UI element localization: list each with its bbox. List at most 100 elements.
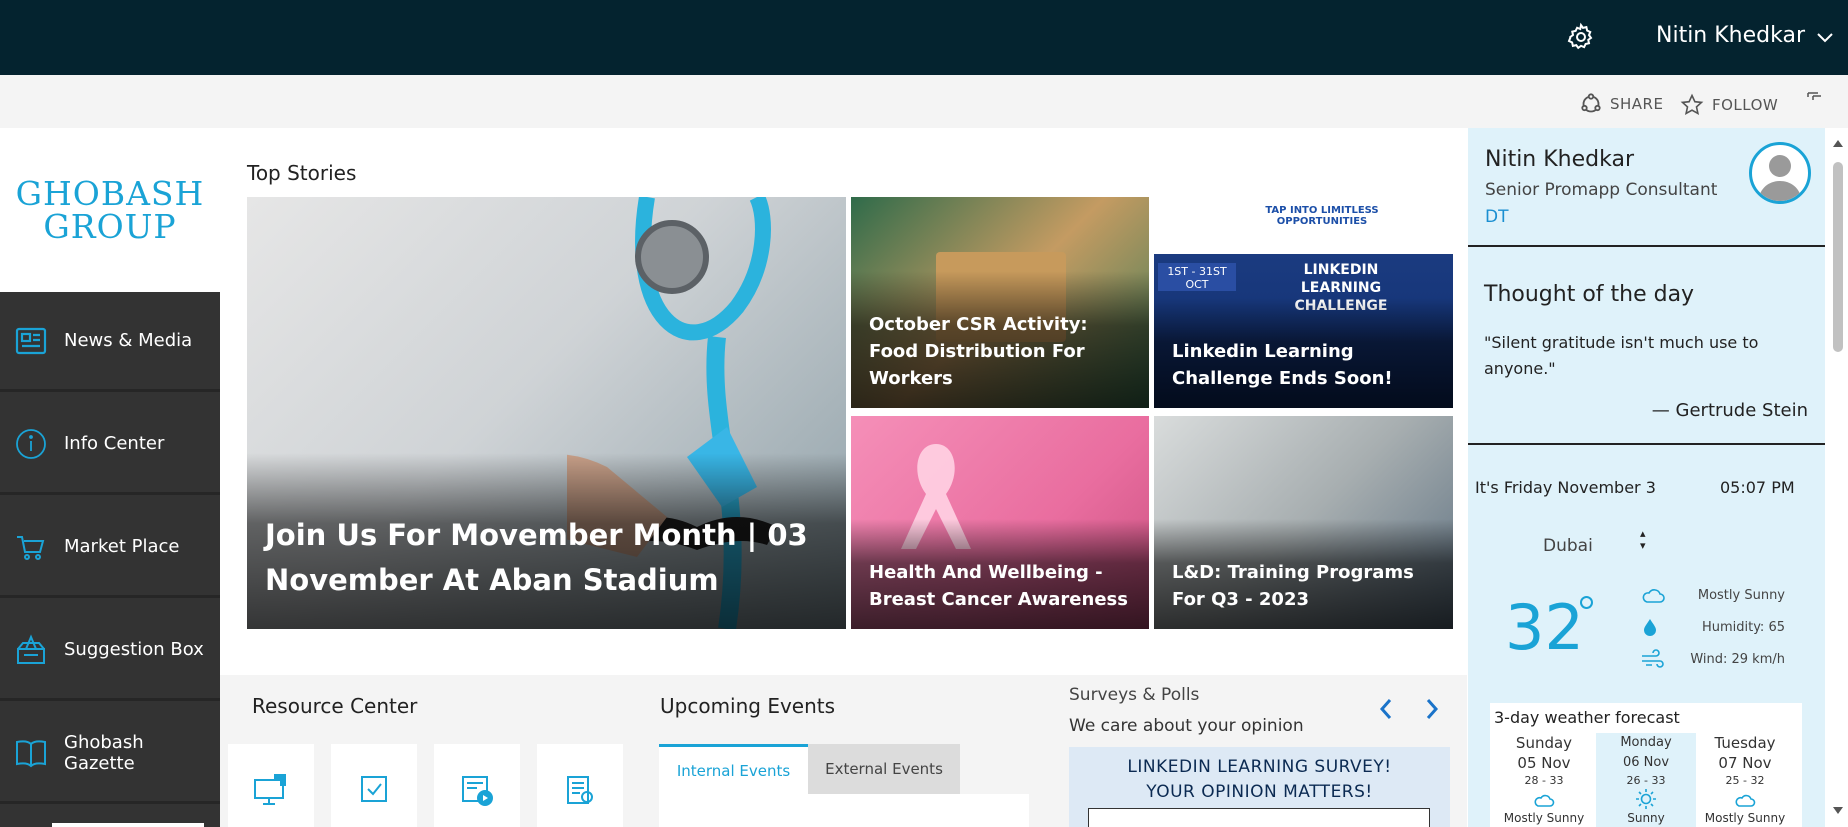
droplet-icon — [1644, 619, 1656, 636]
resource-card[interactable] — [228, 744, 314, 827]
share-button[interactable]: SHARE — [1580, 93, 1663, 115]
tab-external-events[interactable]: External Events — [808, 744, 960, 794]
nav-item-news-media[interactable]: News & Media — [0, 292, 220, 392]
weather-time: 05:07 PM — [1720, 478, 1795, 497]
logo-line-1: GHOBASH — [15, 174, 205, 213]
tab-internal-events[interactable]: Internal Events — [659, 744, 808, 794]
forecast-day-name: Tuesday — [1714, 734, 1776, 752]
page-scrollbar[interactable] — [1828, 128, 1848, 827]
story-caption: Linkedin Learning Challenge Ends Soon! — [1154, 298, 1453, 408]
forecast-day: Monday 06 Nov 26 - 33 Sunny — [1596, 733, 1696, 827]
avatar[interactable] — [1749, 142, 1811, 204]
nav-scroll-indicator[interactable] — [52, 823, 204, 827]
left-navigation: News & Media Info Center Market Place Su… — [0, 292, 220, 827]
weather-condition-row: Mostly Sunny — [1640, 585, 1785, 605]
surveys-title: Surveys & Polls — [1069, 685, 1200, 705]
forecast-title: 3-day weather forecast — [1494, 708, 1680, 727]
sun-icon — [1636, 789, 1656, 809]
focus-mode-icon — [1807, 92, 1821, 100]
wind-icon — [1642, 649, 1664, 668]
weather-date: It's Friday November 3 — [1475, 478, 1656, 497]
cloud-sun-icon — [1642, 589, 1665, 603]
nav-label: Ghobash Gazette — [64, 731, 144, 774]
resource-card[interactable] — [537, 744, 623, 827]
story-caption: October CSR Activity: Food Distribution … — [851, 271, 1149, 408]
suite-bar: Nitin Khedkar — [0, 0, 1848, 75]
command-bar: SHARE FOLLOW — [0, 75, 1848, 128]
forecast-condition: Mostly Sunny — [1704, 811, 1786, 825]
upcoming-events-title: Upcoming Events — [660, 694, 836, 718]
weather-condition: Mostly Sunny — [1697, 587, 1785, 603]
story-tile-csr[interactable]: October CSR Activity: Food Distribution … — [851, 197, 1149, 408]
document-icon — [567, 776, 593, 804]
survey-line-1: LINKEDIN LEARNING SURVEY! — [1127, 757, 1392, 777]
nav-item-market-place[interactable]: Market Place — [0, 498, 220, 598]
book-icon — [16, 739, 46, 767]
thought-title: Thought of the day — [1484, 282, 1695, 307]
story-caption: Health And Wellbeing - Breast Cancer Awa… — [851, 519, 1149, 629]
logo-line-2: GROUP — [43, 207, 177, 246]
divider — [1468, 245, 1825, 247]
story-tile-training[interactable]: L&D: Training Programs For Q3 - 2023 — [1154, 416, 1453, 629]
story-tile-breast-cancer[interactable]: Health And Wellbeing - Breast Cancer Awa… — [851, 416, 1149, 629]
follow-button[interactable]: FOLLOW — [1680, 93, 1778, 117]
scroll-up-icon[interactable] — [1833, 140, 1843, 147]
thought-quote: "Silent gratitude isn't much use to anyo… — [1484, 333, 1759, 378]
forecast-range: 28 - 33 — [1524, 774, 1564, 787]
follow-label: FOLLOW — [1712, 96, 1779, 114]
story-main-tile[interactable]: Join Us For Movember Month | 03 November… — [247, 197, 846, 629]
city-selector[interactable]: ▴ ▾ — [1640, 528, 1646, 552]
surveys-subtitle: We care about your opinion — [1069, 716, 1304, 736]
nav-label: Info Center — [64, 433, 165, 454]
focus-mode-button[interactable] — [1806, 91, 1830, 107]
top-stories-title: Top Stories — [247, 161, 357, 185]
gear-icon[interactable] — [1566, 22, 1596, 52]
user-menu-name[interactable]: Nitin Khedkar — [1656, 23, 1805, 48]
chevron-down-icon[interactable] — [1816, 28, 1834, 46]
forecast-date: 06 Nov — [1622, 755, 1670, 770]
forecast-range: 25 - 32 — [1725, 774, 1765, 787]
nav-item-ghobash-gazette[interactable]: Ghobash Gazette — [0, 704, 220, 804]
forecast-date: 07 Nov — [1718, 754, 1772, 772]
site-logo[interactable]: GHOBASH GROUP — [0, 128, 220, 292]
forecast-day-name: Sunday — [1515, 734, 1573, 752]
banner-headline: TAP INTO LIMITLESS OPPORTUNITIES — [1265, 205, 1379, 227]
nav-label: Suggestion Box — [64, 639, 204, 660]
story-tile-linkedin[interactable]: TAP INTO LIMITLESS OPPORTUNITIES 1ST - 3… — [1154, 197, 1453, 408]
banner-date-badge: 1ST - 31ST OCT — [1158, 263, 1236, 291]
forecast-range: 26 - 33 — [1626, 774, 1666, 787]
events-panel — [659, 794, 1029, 827]
divider — [1468, 443, 1825, 445]
monitor-icon — [254, 774, 286, 805]
linkedin-banner: TAP INTO LIMITLESS OPPORTUNITIES — [1154, 197, 1453, 255]
newspaper-icon — [15, 327, 47, 354]
forecast-date: 05 Nov — [1517, 754, 1571, 772]
scroll-down-icon[interactable] — [1833, 807, 1843, 814]
story-main-caption: Join Us For Movember Month | 03 November… — [247, 453, 846, 629]
resource-center-title: Resource Center — [252, 694, 418, 718]
weather-wind: Wind: 29 km/h — [1690, 651, 1785, 667]
survey-input-box[interactable] — [1088, 808, 1430, 827]
survey-line-2: YOUR OPINION MATTERS! — [1146, 782, 1373, 802]
forecast-day-name: Monday — [1620, 735, 1672, 750]
weather-temperature: 32 — [1505, 591, 1584, 664]
forecast-day: Tuesday 07 Nov 25 - 32 Mostly Sunny — [1695, 733, 1795, 827]
profile-department[interactable]: DT — [1485, 207, 1508, 227]
share-label: SHARE — [1610, 95, 1664, 113]
video-icon — [462, 776, 493, 806]
chevron-left-icon[interactable] — [1378, 697, 1394, 721]
scroll-thumb[interactable] — [1833, 162, 1843, 352]
cloud-sun-icon — [1735, 794, 1756, 807]
weather-wind-row: Wind: 29 km/h — [1640, 649, 1785, 669]
weather-humidity-row: Humidity: 65 — [1640, 617, 1785, 637]
resource-card[interactable] — [331, 744, 417, 827]
forecast-day: Sunday 05 Nov 28 - 33 Mostly Sunny — [1494, 733, 1594, 827]
suggestion-box-icon — [17, 633, 45, 664]
nav-item-suggestion-box[interactable]: Suggestion Box — [0, 601, 220, 701]
info-icon — [16, 428, 46, 459]
resource-card[interactable] — [434, 744, 520, 827]
nav-item-info-center[interactable]: Info Center — [0, 395, 220, 495]
user-avatar-icon — [1758, 155, 1802, 201]
chevron-right-icon[interactable] — [1424, 697, 1440, 721]
forecast-condition: Mostly Sunny — [1503, 811, 1585, 825]
